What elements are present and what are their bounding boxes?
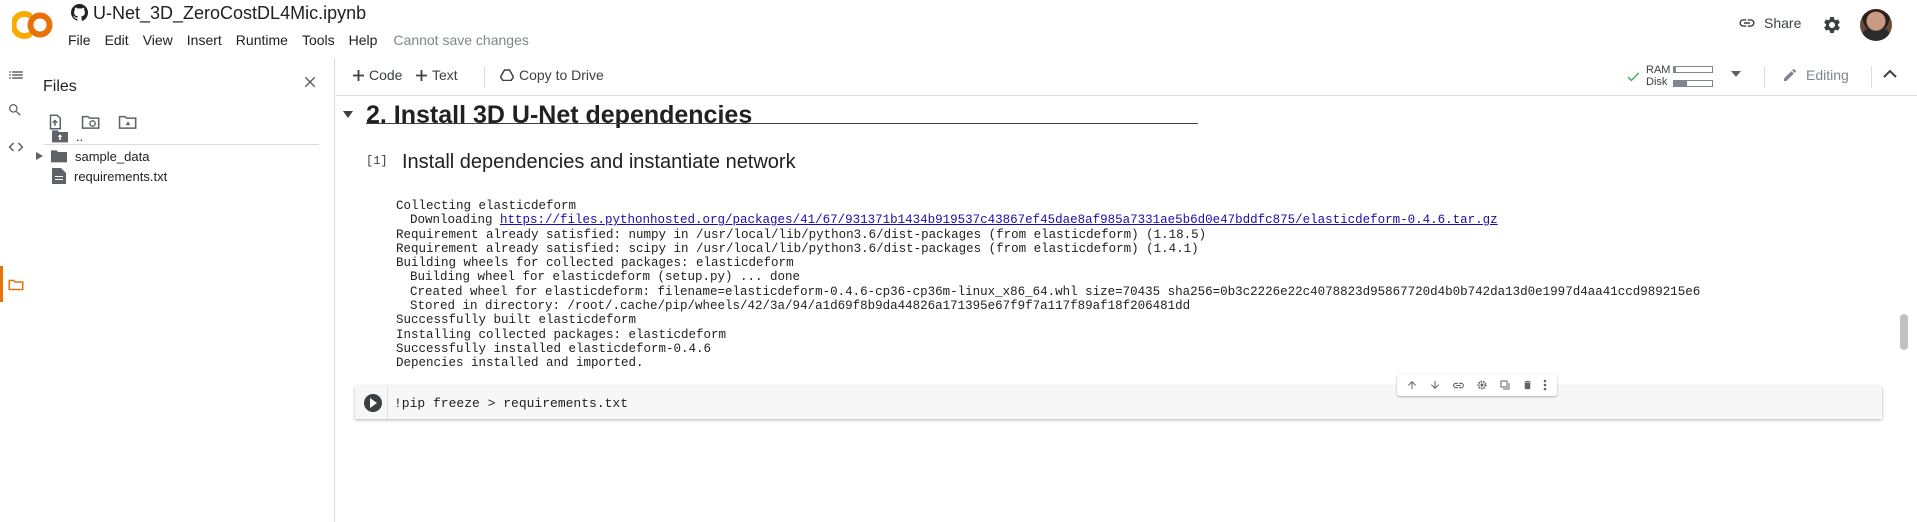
gear-icon[interactable]: [1476, 379, 1488, 391]
share-label: Share: [1764, 15, 1802, 31]
add-text-button[interactable]: Text: [416, 67, 458, 83]
menu-edit[interactable]: Edit: [105, 32, 129, 48]
menu-tools[interactable]: Tools: [302, 32, 335, 48]
output-line: Depencies installed and imported.: [396, 356, 644, 371]
cell-toolbar: [1397, 374, 1557, 396]
file-icon: [52, 168, 66, 184]
output-line: Installing collected packages: elasticde…: [396, 327, 727, 342]
pencil-icon: [1782, 67, 1798, 83]
copy-to-drive-label: Copy to Drive: [519, 67, 604, 83]
run-cell-button[interactable]: [364, 394, 382, 412]
refresh-folder-icon[interactable]: [81, 113, 101, 131]
menu-help[interactable]: Help: [349, 32, 378, 48]
move-up-icon[interactable]: [1406, 379, 1418, 391]
more-vert-icon[interactable]: [1543, 379, 1547, 391]
download-link[interactable]: https://files.pythonhosted.org/packages/…: [500, 213, 1498, 227]
ram-usage-bar: [1673, 66, 1713, 73]
code-snippets-icon[interactable]: [7, 138, 25, 156]
plus-icon: [353, 69, 364, 81]
cell-title: Install dependencies and instantiate net…: [402, 151, 796, 173]
active-indicator: [0, 266, 3, 302]
notebook-title[interactable]: U-Net_3D_ZeroCostDL4Mic.ipynb: [93, 3, 366, 24]
link-icon[interactable]: [1452, 379, 1465, 392]
colab-logo[interactable]: [10, 8, 54, 42]
share-button[interactable]: Share: [1738, 14, 1801, 32]
tree-item-label: requirements.txt: [74, 168, 168, 184]
save-status: Cannot save changes: [393, 32, 529, 48]
output-line: Stored in directory: /root/.cache/pip/wh…: [410, 299, 1191, 314]
files-folder-icon[interactable]: [7, 276, 25, 294]
mirror-cell-icon[interactable]: [1499, 379, 1511, 391]
code-cell[interactable]: !pip freeze > requirements.txt: [355, 386, 1882, 419]
drive-icon: [500, 69, 514, 81]
copy-to-drive-button[interactable]: Copy to Drive: [500, 67, 604, 83]
tree-item-label: sample_data: [75, 148, 150, 164]
output-text: Downloading: [410, 213, 501, 228]
toolbar-divider: [484, 66, 485, 88]
resources-indicator[interactable]: RAM Disk: [1626, 63, 1756, 91]
connected-check-icon: [1626, 69, 1642, 83]
execution-count: [1]: [366, 154, 388, 168]
tree-item-sample-data[interactable]: sample_data: [35, 145, 149, 167]
user-avatar[interactable]: [1860, 9, 1892, 41]
table-of-contents-icon[interactable]: [7, 66, 25, 84]
editing-label: Editing: [1806, 67, 1849, 83]
delete-icon[interactable]: [1522, 379, 1533, 391]
notebook-toolbar: Code Text Copy to Drive RAM Disk Editing: [336, 58, 1917, 96]
menu-runtime[interactable]: Runtime: [236, 32, 288, 48]
ram-label: RAM: [1646, 64, 1671, 76]
output-line: Requirement already satisfied: numpy in …: [396, 227, 1207, 242]
close-icon[interactable]: [301, 73, 319, 91]
tree-item-label: ..: [76, 128, 84, 144]
notebook-body: 2. Install 3D U-Net dependencies [1] Ins…: [336, 97, 1917, 522]
output-line: Downloading https://files.pythonhosted.o…: [396, 213, 1700, 227]
disk-usage-bar: [1673, 80, 1713, 87]
scrollbar-thumb[interactable]: [1900, 314, 1908, 350]
folder-up-icon: [52, 129, 68, 143]
search-icon[interactable]: [7, 102, 23, 118]
add-code-button[interactable]: Code: [353, 67, 402, 83]
settings-gear-icon[interactable]: [1822, 15, 1842, 35]
files-panel: Files .. sample_data requirements.txt: [35, 58, 335, 522]
output-line: Collecting elasticdeform: [396, 199, 577, 213]
add-text-label: Text: [432, 67, 458, 83]
tree-item-requirements[interactable]: requirements.txt: [52, 165, 167, 187]
folder-icon: [51, 149, 67, 163]
toolbar-divider: [1764, 66, 1765, 88]
github-icon: [71, 4, 88, 21]
disk-label: Disk: [1646, 76, 1668, 88]
menu-bar: File Edit View Insert Runtime Tools Help…: [68, 32, 529, 48]
side-rail: [0, 58, 35, 522]
menu-file[interactable]: File: [68, 32, 91, 48]
menu-view[interactable]: View: [143, 32, 173, 48]
editing-mode-button[interactable]: Editing: [1782, 67, 1849, 83]
tree-item-parent[interactable]: ..: [52, 125, 83, 147]
output-line: Successfully built elasticdeform: [396, 313, 637, 328]
output-line: Building wheels for collected packages: …: [396, 256, 794, 271]
output-line: Created wheel for elasticdeform: filenam…: [410, 284, 1701, 299]
section-heading: 2. Install 3D U-Net dependencies: [366, 101, 753, 129]
add-code-label: Code: [369, 67, 403, 83]
mount-drive-icon[interactable]: [118, 113, 138, 131]
code-editor[interactable]: !pip freeze > requirements.txt: [394, 396, 628, 411]
cell-gutter: [387, 386, 388, 419]
header: U-Net_3D_ZeroCostDL4Mic.ipynb File Edit …: [0, 0, 1917, 58]
output-line: Requirement already satisfied: scipy in …: [396, 241, 1199, 256]
link-icon: [1738, 14, 1756, 32]
output-line: Successfully installed elasticdeform-0.4…: [396, 341, 712, 356]
cell-output: Collecting elasticdeform Downloading http…: [396, 199, 1700, 371]
chevron-up-icon[interactable]: [1883, 69, 1897, 78]
menu-insert[interactable]: Insert: [187, 32, 222, 48]
move-down-icon[interactable]: [1429, 379, 1441, 391]
plus-icon: [416, 69, 427, 81]
heading-rule: [366, 123, 1198, 124]
output-line: Building wheel for elasticdeform (setup.…: [410, 270, 801, 285]
toolbar-divider: [1871, 66, 1872, 88]
section-collapse-caret-icon[interactable]: [343, 111, 353, 118]
chevron-down-icon[interactable]: [1731, 71, 1741, 77]
expand-caret-icon[interactable]: [36, 152, 43, 160]
files-panel-title: Files: [43, 78, 77, 95]
